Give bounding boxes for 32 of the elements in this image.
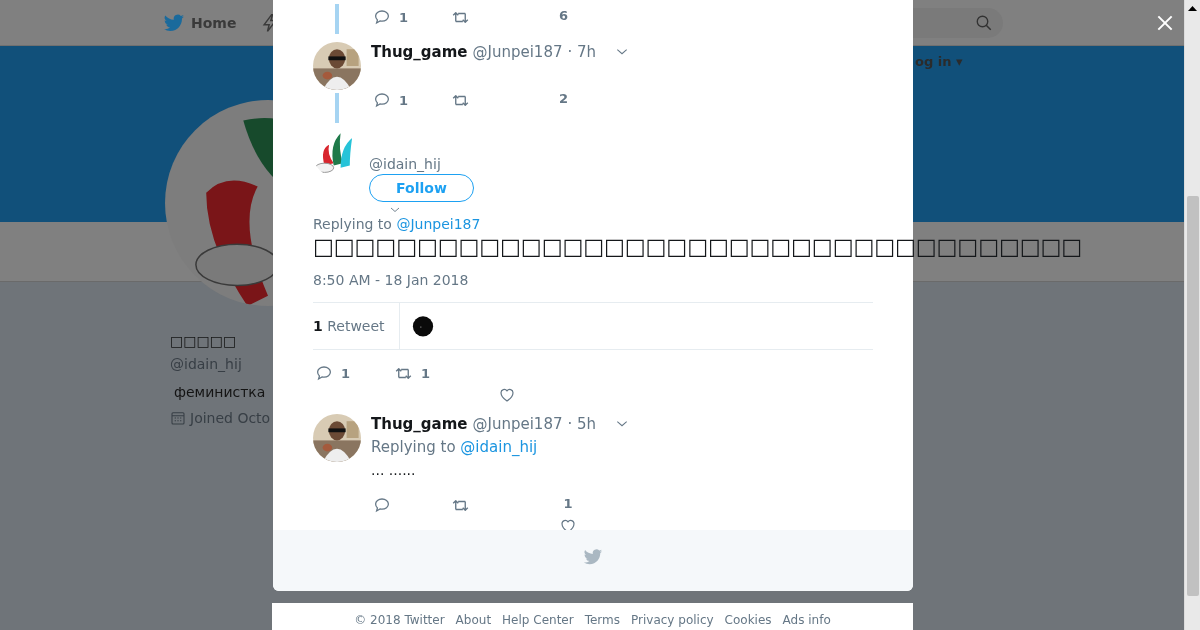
user-handle: @Junpei187 <box>472 415 563 433</box>
profile-handle: @idain_hij <box>170 356 242 372</box>
follow-button[interactable]: Follow <box>369 174 474 202</box>
user-name[interactable]: Thug_game <box>371 43 468 61</box>
footer-link[interactable]: About <box>455 613 492 630</box>
reply-button[interactable]: 1 <box>371 8 451 26</box>
mention-link[interactable]: @Junpei187 <box>396 216 481 232</box>
tweet-time[interactable]: · 7h <box>567 43 597 61</box>
user-handle[interactable]: @idain_hij <box>369 156 441 172</box>
footer-link[interactable]: Help Center <box>502 613 574 630</box>
replying-to: Replying to @idain_hij <box>371 438 539 456</box>
profile-bio: феминистка <box>174 384 266 400</box>
tweet-text: □□□□□□□□□□□□□□□□□□□□□□□□□□□□□□□□□□□□□ <box>313 233 1083 261</box>
profile-name: □□□□□ <box>170 332 237 351</box>
copyright: © 2018 Twitter <box>354 613 445 629</box>
like-button[interactable]: 2 <box>559 91 569 109</box>
tweet-text: ... ...... <box>371 462 417 478</box>
footer-link[interactable]: Cookies <box>724 613 772 630</box>
like-button[interactable]: 6 <box>559 8 569 26</box>
tweet-time[interactable]: · 5h <box>567 415 597 433</box>
mention-link[interactable]: @idain_hij <box>460 438 538 456</box>
retweet-button[interactable]: 1 <box>394 364 498 382</box>
reply-button[interactable]: 1 <box>313 364 394 382</box>
user-handle: @Junpei187 <box>472 43 563 61</box>
footer-link[interactable]: Privacy policy <box>631 613 714 630</box>
reply-button[interactable]: 1 <box>371 91 451 109</box>
retweet-count[interactable]: 1 Retweet <box>313 303 400 349</box>
user-name[interactable]: Thug_game <box>371 415 468 433</box>
join-date: Joined Octo <box>190 410 271 426</box>
footer-link[interactable]: Terms <box>584 613 620 630</box>
home-link[interactable]: Home <box>163 11 237 34</box>
footer-link[interactable]: Ads info <box>782 613 831 630</box>
